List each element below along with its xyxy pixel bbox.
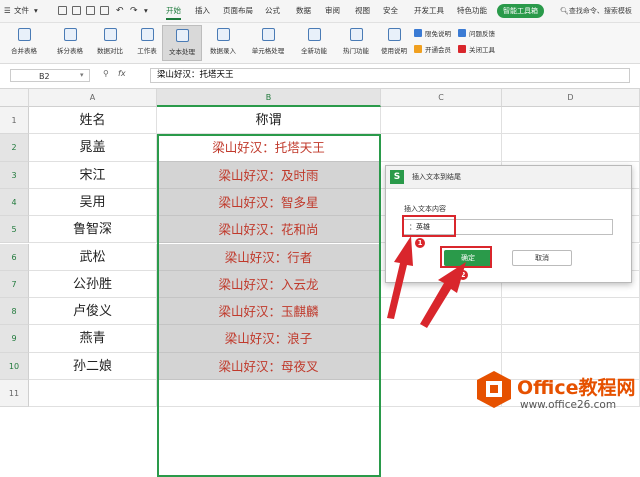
watermark-url: www.office26.com bbox=[520, 399, 617, 411]
office-logo-icon bbox=[477, 371, 511, 408]
annotation-arrows bbox=[387, 236, 466, 328]
arrow-1-icon bbox=[387, 236, 413, 319]
arrow-2-icon bbox=[420, 262, 466, 328]
watermark-title: Office教程网 bbox=[517, 377, 636, 399]
